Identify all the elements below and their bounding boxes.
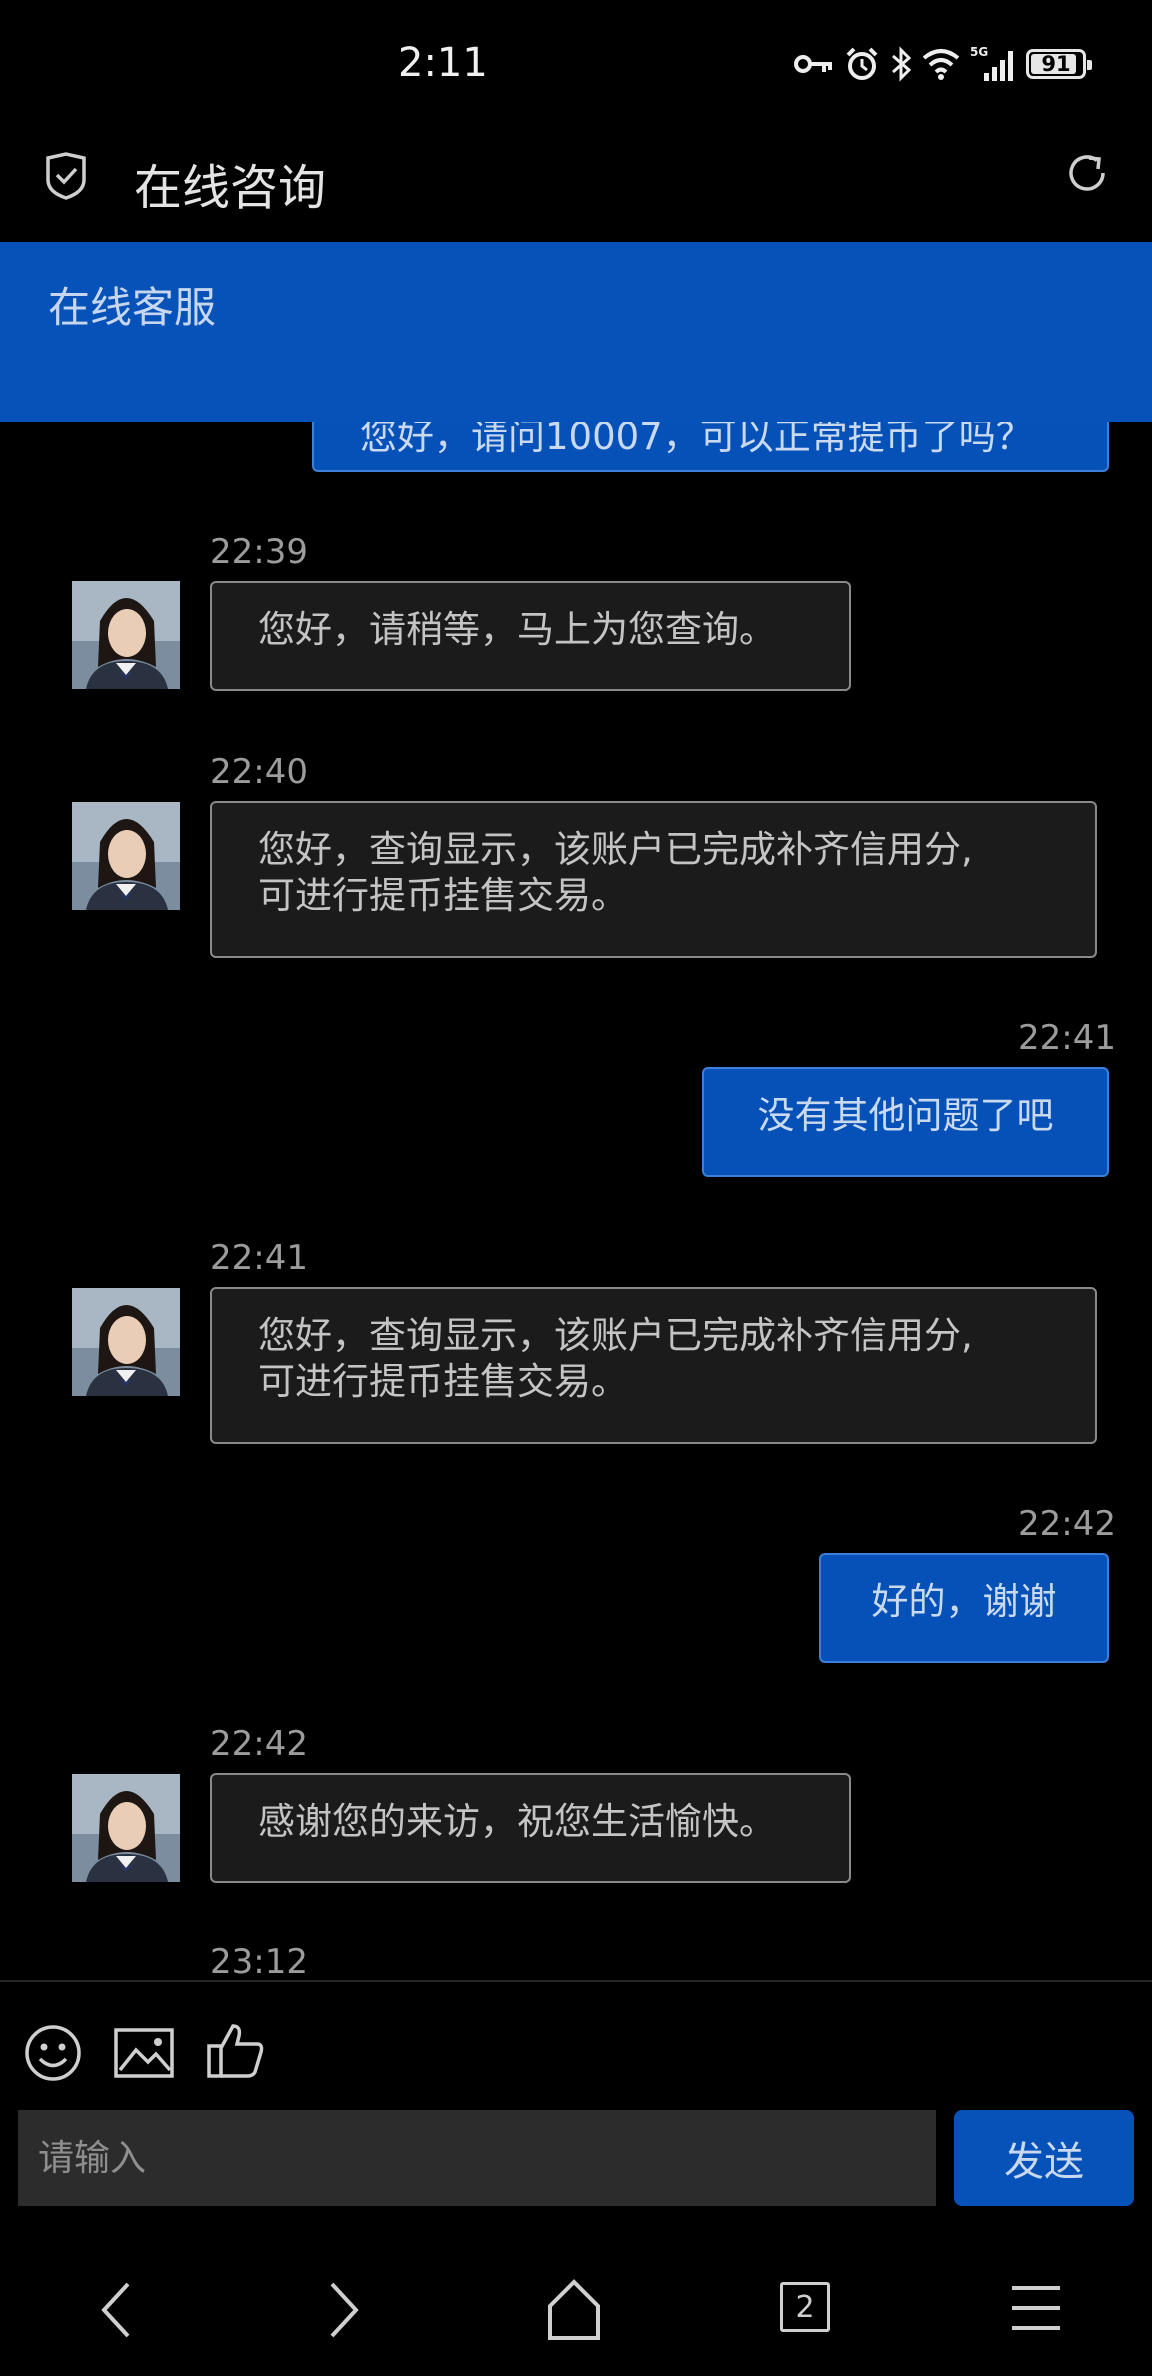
message-time: 22:39 bbox=[210, 532, 308, 572]
message-bubble-user: 好的，谢谢 bbox=[819, 1553, 1109, 1663]
message-time: 22:42 bbox=[210, 1724, 308, 1764]
signal-icon: 5G bbox=[970, 45, 1013, 81]
battery-indicator: 91 bbox=[1026, 49, 1092, 79]
status-time: 2:11 bbox=[398, 40, 488, 86]
status-icons: 5G 91 bbox=[794, 44, 1092, 84]
message-time: 22:41 bbox=[1018, 1018, 1116, 1058]
message-time: 23:12 bbox=[210, 1942, 308, 1980]
service-label: 在线客服 bbox=[48, 283, 217, 332]
emoji-icon[interactable] bbox=[24, 2024, 82, 2082]
message-text: 您好，请稍等，马上为您查询。 bbox=[258, 608, 776, 651]
shield-check-icon bbox=[46, 152, 86, 200]
message-text: 您好，查询显示，该账户已完成补齐信用分, bbox=[258, 828, 973, 871]
message-text: 可进行提币挂售交易。 bbox=[258, 1360, 628, 1403]
status-bar: 2:11 5G 91 bbox=[0, 0, 1152, 130]
refresh-icon[interactable] bbox=[1062, 148, 1112, 198]
network-label: 5G bbox=[970, 45, 988, 59]
agent-avatar bbox=[72, 1774, 180, 1882]
message-text: 您好，查询显示，该账户已完成补齐信用分, bbox=[258, 1314, 973, 1357]
tabs-count: 2 bbox=[795, 2289, 815, 2325]
message-text: 好的，谢谢 bbox=[871, 1580, 1057, 1623]
agent-avatar bbox=[72, 581, 180, 689]
back-icon[interactable] bbox=[96, 2278, 136, 2342]
forward-icon[interactable] bbox=[324, 2278, 364, 2342]
image-icon[interactable] bbox=[114, 2028, 174, 2078]
message-bubble-user: 没有其他问题了吧 bbox=[702, 1067, 1109, 1177]
chat-area[interactable]: 在线客服 您好，请问10007，可以正常提币了吗？ 22:39 您好，请稍等，马… bbox=[0, 242, 1152, 1980]
message-time: 22:42 bbox=[1018, 1504, 1116, 1544]
message-bubble-agent: 您好，查询显示，该账户已完成补齐信用分, 可进行提币挂售交易。 bbox=[210, 801, 1097, 958]
input-row: 发送 bbox=[0, 2100, 1152, 2210]
message-time: 22:41 bbox=[210, 1238, 308, 1278]
message-text: 没有其他问题了吧 bbox=[757, 1094, 1054, 1137]
chat-screen: 2:11 5G 91 在线咨询 在线客服 您好，请问10007，可以正常提币了吗… bbox=[0, 0, 1152, 2376]
agent-avatar bbox=[72, 802, 180, 910]
header-bar: 在线咨询 bbox=[0, 130, 1152, 242]
message-bubble-agent: 您好，请稍等，马上为您查询。 bbox=[210, 581, 851, 691]
input-toolbar bbox=[0, 1980, 1152, 2100]
key-icon bbox=[794, 55, 832, 73]
message-text: 感谢您的来访，祝您生活愉快。 bbox=[258, 1800, 776, 1843]
thumbs-up-icon[interactable] bbox=[205, 2022, 265, 2080]
home-icon[interactable] bbox=[546, 2278, 602, 2342]
browser-nav-bar: 2 bbox=[0, 2256, 1152, 2366]
service-banner: 在线客服 bbox=[0, 242, 1152, 422]
menu-icon[interactable] bbox=[1010, 2282, 1062, 2334]
message-bubble-agent: 感谢您的来访，祝您生活愉快。 bbox=[210, 1773, 851, 1883]
message-bubble-agent: 您好，查询显示，该账户已完成补齐信用分, 可进行提币挂售交易。 bbox=[210, 1287, 1097, 1444]
agent-avatar bbox=[72, 1288, 180, 1396]
bluetooth-icon bbox=[892, 46, 912, 82]
wifi-icon bbox=[922, 49, 960, 80]
page-title: 在线咨询 bbox=[134, 160, 327, 216]
message-time: 22:40 bbox=[210, 752, 308, 792]
message-input[interactable] bbox=[18, 2110, 936, 2206]
send-button[interactable]: 发送 bbox=[954, 2110, 1134, 2206]
battery-level: 91 bbox=[1041, 52, 1071, 76]
alarm-icon bbox=[846, 47, 878, 80]
tabs-button[interactable]: 2 bbox=[780, 2282, 830, 2332]
message-text: 可进行提币挂售交易。 bbox=[258, 874, 628, 917]
